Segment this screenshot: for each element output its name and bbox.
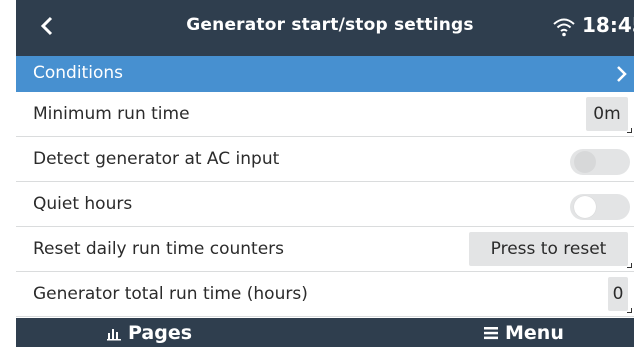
- detect-generator-toggle[interactable]: [570, 149, 630, 175]
- total-run-time-value: 0: [608, 277, 632, 313]
- detect-generator-label: Detect generator at AC input: [33, 149, 280, 169]
- header-bar: Generator start/stop settings 18:45: [16, 0, 634, 56]
- minimum-run-time-label: Minimum run time: [33, 104, 190, 124]
- pages-label: Pages: [128, 322, 193, 344]
- chevron-right-icon: [617, 66, 627, 82]
- total-run-time-label: Generator total run time (hours): [33, 284, 308, 304]
- reset-counters-row[interactable]: Reset daily run time counters Press to r…: [16, 227, 634, 272]
- minimum-run-time-row[interactable]: Minimum run time 0m: [16, 92, 634, 137]
- menu-label: Menu: [505, 322, 564, 344]
- bar-chart-icon: [107, 329, 121, 341]
- hamburger-icon: [484, 327, 498, 340]
- detect-generator-row[interactable]: Detect generator at AC input: [16, 137, 634, 182]
- wifi-icon: [553, 18, 575, 37]
- edit-corner-icon: [627, 128, 632, 133]
- conditions-label: Conditions: [33, 63, 123, 83]
- menu-button[interactable]: Menu: [483, 322, 564, 344]
- minimum-run-time-value-text: 0m: [593, 104, 621, 124]
- edit-corner-icon: [627, 308, 632, 313]
- quiet-hours-toggle[interactable]: [570, 194, 630, 220]
- conditions-item[interactable]: Conditions: [16, 56, 634, 92]
- clock: 18:45: [582, 13, 634, 37]
- press-to-reset-label: Press to reset: [490, 239, 607, 259]
- toggle-knob: [574, 151, 596, 173]
- total-run-time-row[interactable]: Generator total run time (hours) 0: [16, 272, 634, 317]
- edit-corner-icon: [627, 263, 632, 268]
- quiet-hours-label: Quiet hours: [33, 194, 133, 214]
- toggle-knob: [574, 196, 596, 218]
- reset-counters-label: Reset daily run time counters: [33, 239, 285, 259]
- pages-button[interactable]: Pages: [106, 322, 192, 344]
- press-to-reset-button[interactable]: Press to reset: [469, 232, 632, 268]
- screen: Generator start/stop settings 18:45 Cond…: [16, 0, 634, 347]
- page-title: Generator start/stop settings: [186, 15, 474, 35]
- total-run-time-value-text: 0: [612, 284, 624, 304]
- minimum-run-time-value[interactable]: 0m: [586, 97, 632, 133]
- footer-bar: Pages Menu: [16, 318, 634, 347]
- quiet-hours-row[interactable]: Quiet hours: [16, 182, 634, 227]
